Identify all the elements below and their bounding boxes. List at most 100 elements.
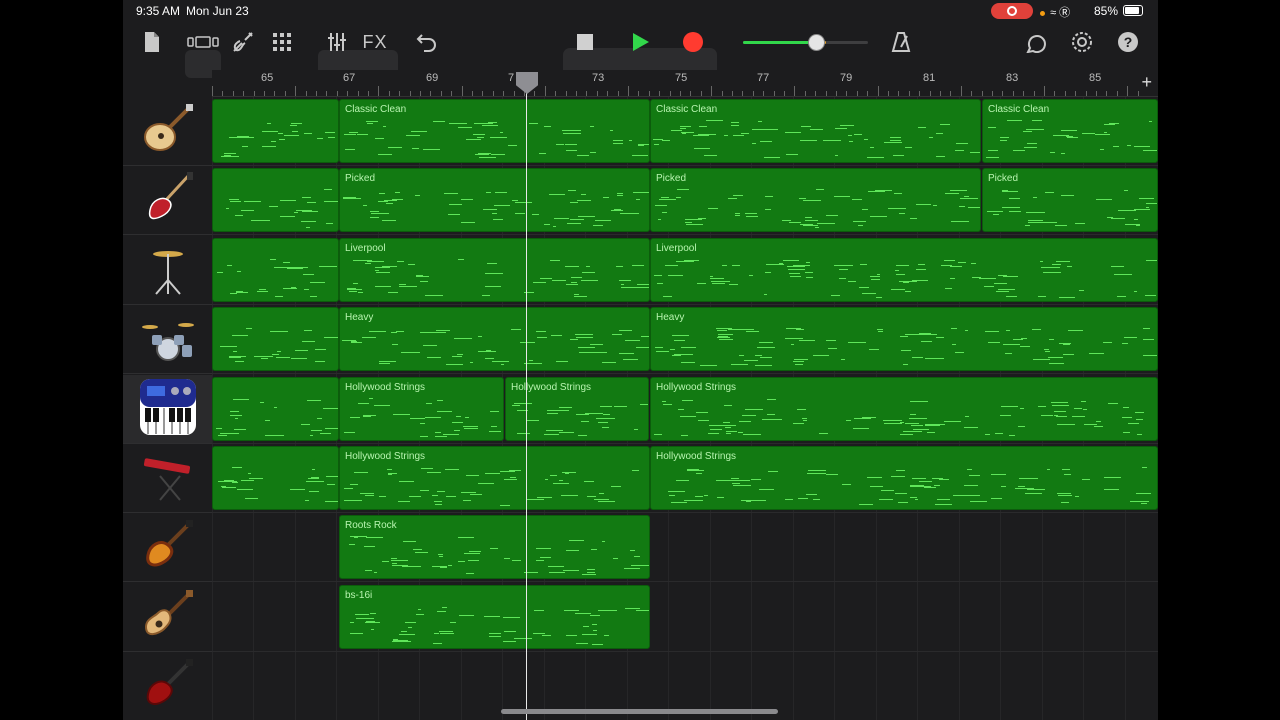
midi-region[interactable]	[212, 446, 339, 510]
my-songs-icon[interactable]	[141, 28, 163, 56]
midi-region[interactable]: Heavy	[650, 307, 1158, 371]
settings-icon[interactable]	[1070, 28, 1094, 56]
ruler-tick	[513, 91, 515, 96]
grid-view-icon[interactable]	[271, 28, 293, 56]
ruler-tick	[877, 86, 879, 96]
midi-region[interactable]: Hollywood Strings	[339, 446, 650, 510]
midi-note	[822, 140, 841, 142]
midi-note	[625, 339, 641, 341]
track-header-stage-keyboard[interactable]	[123, 444, 212, 513]
midi-note	[268, 205, 278, 207]
midi-note	[1103, 341, 1113, 343]
midi-note	[362, 337, 376, 339]
undo-icon[interactable]	[416, 28, 438, 56]
midi-note	[575, 642, 588, 644]
midi-region[interactable]	[212, 168, 339, 232]
midi-note	[927, 432, 936, 434]
add-section-button[interactable]: +	[1141, 72, 1152, 93]
track-header-bass-guitar[interactable]	[123, 166, 212, 235]
midi-note	[445, 496, 456, 498]
midi-note	[382, 561, 390, 563]
midi-note	[489, 636, 501, 638]
volume-knob[interactable]	[807, 34, 825, 51]
fx-button[interactable]: FX	[361, 28, 389, 56]
midi-region[interactable]: Hollywood Strings	[339, 377, 504, 441]
midi-region[interactable]: Liverpool	[339, 238, 650, 302]
ruler-tick	[929, 91, 931, 96]
midi-note	[456, 416, 462, 418]
track-header-keyboard-synth[interactable]	[123, 375, 212, 444]
midi-note	[573, 295, 587, 297]
midi-region[interactable]: Heavy	[339, 307, 650, 371]
midi-region[interactable]: Liverpool	[650, 238, 1158, 302]
midi-note	[1136, 492, 1152, 494]
midi-region[interactable]: bs-16i	[339, 585, 650, 649]
midi-note	[964, 427, 978, 429]
midi-region[interactable]: Classic Clean	[650, 99, 981, 163]
midi-note	[358, 402, 370, 404]
midi-note	[622, 358, 639, 360]
stop-icon[interactable]	[575, 28, 595, 56]
loop-browser-icon[interactable]	[1025, 28, 1049, 56]
midi-region[interactable]	[212, 238, 339, 302]
midi-region[interactable]: Hollywood Strings	[650, 377, 1158, 441]
midi-region[interactable]: Classic Clean	[982, 99, 1158, 163]
midi-note	[867, 477, 882, 479]
track-header-red-electric-guitar[interactable]	[123, 652, 212, 720]
midi-note	[785, 498, 794, 500]
midi-note	[675, 261, 695, 263]
region-name: bs-16i	[345, 590, 373, 601]
home-indicator[interactable]	[501, 709, 778, 714]
ruler-tick	[222, 91, 224, 96]
midi-note	[491, 154, 505, 156]
midi-region[interactable]: Picked	[650, 168, 981, 232]
midi-note	[502, 616, 520, 618]
track-header-drum-kit[interactable]	[123, 305, 212, 374]
midi-region[interactable]: Classic Clean	[339, 99, 650, 163]
midi-note	[710, 277, 724, 279]
tracks-area[interactable]: Classic Clean Classic Clean Classic Clean P…	[212, 97, 1158, 720]
midi-note	[711, 283, 725, 284]
midi-note	[1020, 408, 1025, 410]
midi-region[interactable]: Picked	[339, 168, 650, 232]
midi-note	[416, 276, 430, 278]
metronome-icon[interactable]	[890, 28, 912, 56]
track-header-electric-guitar-hollow[interactable]	[123, 97, 212, 166]
playhead[interactable]	[526, 72, 527, 720]
view-toggle-icon[interactable]	[187, 28, 219, 56]
master-volume-slider[interactable]	[743, 34, 868, 51]
midi-region[interactable]	[212, 99, 339, 163]
midi-note	[532, 213, 539, 215]
midi-note	[1135, 225, 1141, 227]
play-icon[interactable]	[628, 28, 652, 56]
midi-note	[391, 559, 409, 561]
midi-note	[391, 344, 399, 346]
midi-region[interactable]	[212, 377, 339, 441]
midi-note	[741, 415, 757, 417]
midi-note	[228, 198, 240, 200]
record-icon[interactable]	[681, 28, 705, 56]
mixer-icon[interactable]	[326, 28, 348, 56]
midi-note	[630, 564, 649, 566]
midi-note	[369, 330, 386, 332]
midi-note	[408, 627, 413, 629]
midi-note	[1005, 296, 1018, 298]
midi-region[interactable]: Hollywood Strings	[650, 446, 1158, 510]
track-header-acoustic-guitar[interactable]	[123, 583, 212, 652]
track-header-drums-cymbal[interactable]	[123, 236, 212, 305]
midi-note	[984, 286, 995, 288]
midi-note	[805, 272, 813, 274]
midi-note	[998, 288, 1016, 290]
track-header-sunburst-guitar[interactable]	[123, 513, 212, 582]
midi-note	[412, 548, 422, 550]
midi-note	[326, 222, 333, 224]
midi-note	[233, 398, 250, 400]
midi-region[interactable]	[212, 307, 339, 371]
midi-note	[1138, 198, 1154, 200]
screen-recording-icon[interactable]	[991, 3, 1033, 19]
midi-region[interactable]: Roots Rock	[339, 515, 650, 579]
timeline-ruler[interactable]: + 65 67 69 7 73 75 77 79 81 83 85	[212, 70, 1158, 97]
instrument-icon[interactable]	[230, 28, 256, 56]
help-icon[interactable]: ?	[1117, 28, 1139, 56]
midi-region[interactable]: Picked	[982, 168, 1158, 232]
